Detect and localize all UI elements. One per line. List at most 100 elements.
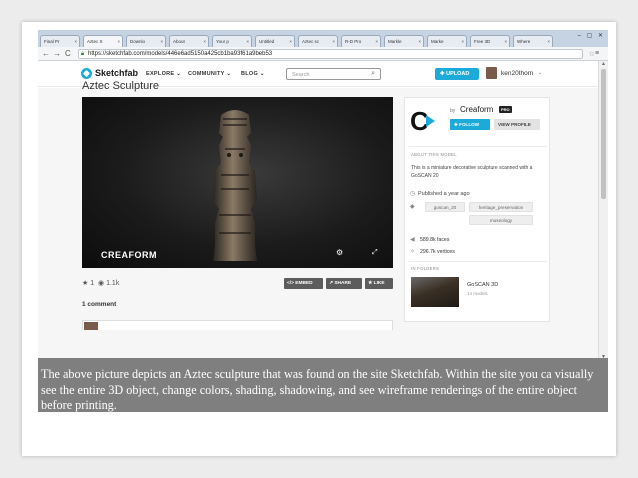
close-icon[interactable]: × xyxy=(461,39,464,44)
embed-label: EMBED xyxy=(295,281,313,286)
close-icon[interactable]: × xyxy=(160,39,163,44)
creator-name[interactable]: Creaform xyxy=(460,105,493,114)
view-count: 1.1k xyxy=(106,280,120,287)
tab-label: Downlo xyxy=(130,39,146,44)
viewer-settings-icon[interactable]: ⚙︎ xyxy=(336,248,343,257)
tab-label: Marke xyxy=(431,39,444,44)
browser-tab[interactable]: Free 3D × xyxy=(470,35,510,47)
model-stats: ★ 1 ◉ 1.1k xyxy=(82,279,119,287)
browser-tab[interactable]: Your p × xyxy=(212,35,252,47)
close-icon[interactable]: × xyxy=(375,39,378,44)
url-text: https://sketchfab.com/models/446e6ad5150… xyxy=(88,51,273,57)
tab-label: Aztec sc xyxy=(302,39,320,44)
like-label: LIKE xyxy=(373,281,385,286)
folder-model-count: 14 models xyxy=(467,291,488,296)
3d-viewer[interactable]: CREAFORM ⚙︎ ⤢ xyxy=(82,97,393,268)
back-icon[interactable]: ← xyxy=(42,49,50,59)
avatar[interactable] xyxy=(486,67,497,79)
embed-button[interactable]: </> EMBED xyxy=(284,278,323,289)
tag-chip[interactable]: goscan_20 xyxy=(425,202,465,212)
browser-tab[interactable]: Where × xyxy=(513,35,553,47)
fullscreen-icon[interactable]: ⤢ xyxy=(372,249,378,257)
username[interactable]: ken20thom xyxy=(501,70,533,77)
creaform-watermark: CREAFORM xyxy=(101,250,157,260)
share-label: SHARE xyxy=(334,281,352,286)
menu-icon[interactable]: ≡ xyxy=(595,49,599,59)
close-icon[interactable]: × xyxy=(547,39,550,44)
tab-label: R-D Pro xyxy=(345,39,362,44)
close-icon[interactable]: × xyxy=(418,39,421,44)
search-input[interactable]: Search ⌕ xyxy=(286,68,381,80)
model-title: Aztec Sculpture xyxy=(82,80,160,92)
upload-button[interactable]: ✚ UPLOAD xyxy=(435,68,479,80)
window-controls[interactable]: – ▢ ✕ xyxy=(578,32,605,39)
scroll-thumb[interactable] xyxy=(601,69,606,199)
close-icon[interactable]: × xyxy=(117,39,120,44)
scrollbar[interactable]: ▲ ▼ xyxy=(598,61,608,360)
browser-tab-bar: Final Pr × Aztec S × Downlo × About × Your p… xyxy=(38,30,608,47)
browser-tab-active[interactable]: Aztec S × xyxy=(83,35,123,47)
tab-label: Where xyxy=(517,39,531,44)
browser-tab[interactable]: Marke × xyxy=(427,35,467,47)
faces-count: 589.8k faces xyxy=(420,237,450,243)
close-icon[interactable]: × xyxy=(332,39,335,44)
chevron-down-icon[interactable]: ⌄ xyxy=(538,70,542,76)
follow-button[interactable]: ✚ FOLLOW xyxy=(450,119,490,130)
folder-thumbnail[interactable] xyxy=(411,277,459,307)
tag-icon: ◆ xyxy=(410,204,415,210)
tab-label: Your p xyxy=(216,39,229,44)
site-logo[interactable]: Sketchfab xyxy=(95,68,138,78)
folders-heading: IN FOLDERS xyxy=(411,266,440,271)
divider xyxy=(409,261,547,262)
faces-icon: ◀ xyxy=(410,237,415,243)
close-icon[interactable]: × xyxy=(289,39,292,44)
comment-input[interactable] xyxy=(82,320,393,330)
like-star-icon: ★ xyxy=(82,280,89,287)
nav-community[interactable]: COMMUNITY ⌄ xyxy=(188,71,231,77)
tab-label: Free 3D xyxy=(474,39,491,44)
browser-tab[interactable]: Final Pr × xyxy=(40,35,80,47)
browser-tab[interactable]: About × xyxy=(169,35,209,47)
browser-tab[interactable]: Markle × xyxy=(384,35,424,47)
forward-icon[interactable]: → xyxy=(53,49,61,59)
folder-name[interactable]: GoSCAN 3D xyxy=(467,282,498,288)
nav-blog[interactable]: BLOG ⌄ xyxy=(241,71,265,77)
close-icon[interactable]: × xyxy=(203,39,206,44)
sketchfab-logo-icon[interactable] xyxy=(81,68,92,79)
nav-label: BLOG xyxy=(241,71,259,77)
browser-tab[interactable]: Untitled × xyxy=(255,35,295,47)
like-button[interactable]: ★ LIKE xyxy=(365,278,393,289)
pro-badge: PRO xyxy=(499,106,512,113)
tab-label: Markle xyxy=(388,39,402,44)
published-date: Published a year ago xyxy=(418,191,470,197)
search-icon[interactable]: ⌕ xyxy=(371,70,375,78)
share-button[interactable]: ↗ SHARE xyxy=(326,278,362,289)
follow-label: FOLLOW xyxy=(459,122,480,127)
sculpture-model xyxy=(213,110,257,261)
close-icon[interactable]: × xyxy=(504,39,507,44)
views-eye-icon: ◉ xyxy=(98,280,105,287)
divider xyxy=(409,146,547,147)
model-sidebar: C by Creaform PRO ✚ FOLLOW VIEW PROFILE … xyxy=(404,97,550,322)
creaform-logo[interactable]: C xyxy=(410,108,442,134)
lock-icon: 🔒︎ xyxy=(81,51,85,57)
vertices-count: 296.7k vertices xyxy=(420,249,455,255)
nav-label: COMMUNITY xyxy=(188,71,225,77)
close-icon[interactable]: × xyxy=(246,39,249,44)
tab-label: Final Pr xyxy=(44,39,60,44)
tag-chip[interactable]: heritage_preservation xyxy=(469,202,533,212)
tab-label: Untitled xyxy=(259,39,275,44)
browser-tab[interactable]: Downlo × xyxy=(126,35,166,47)
reload-icon[interactable]: C xyxy=(65,49,71,59)
view-profile-button[interactable]: VIEW PROFILE xyxy=(494,119,540,130)
browser-tab[interactable]: Aztec sc × xyxy=(298,35,338,47)
search-placeholder: Search xyxy=(292,72,310,78)
address-bar: ← → C 🔒︎ https://sketchfab.com/models/44… xyxy=(38,47,608,61)
browser-tab[interactable]: R-D Pro × xyxy=(341,35,381,47)
scroll-up-icon[interactable]: ▲ xyxy=(601,61,606,67)
tag-chip[interactable]: museology xyxy=(469,215,533,225)
tab-label: Aztec S xyxy=(87,39,103,44)
nav-explore[interactable]: EXPLORE ⌄ xyxy=(146,71,181,77)
url-field[interactable]: 🔒︎ https://sketchfab.com/models/446e6ad5… xyxy=(78,49,595,59)
close-icon[interactable]: × xyxy=(74,39,77,44)
